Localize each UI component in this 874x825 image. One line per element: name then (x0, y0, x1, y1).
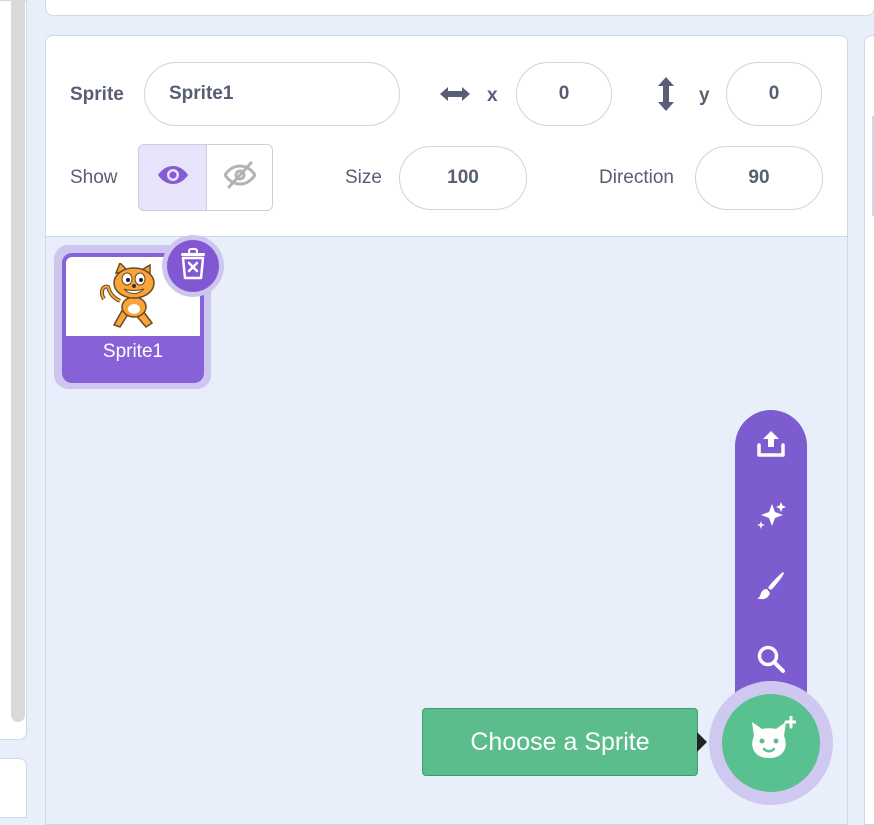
panel-edge (0, 758, 27, 818)
delete-sprite-button[interactable] (167, 240, 219, 292)
search-icon (756, 644, 786, 679)
show-hidden-button[interactable] (207, 144, 273, 211)
y-arrows-icon (654, 76, 678, 112)
eye-hidden-icon (222, 161, 257, 194)
y-input[interactable]: 0 (726, 62, 822, 126)
x-input[interactable]: 0 (516, 62, 612, 126)
choose-sprite-button[interactable] (722, 694, 820, 792)
direction-input[interactable]: 90 (695, 146, 823, 210)
add-sprite-cat-icon (746, 715, 798, 771)
trash-icon (179, 247, 207, 285)
show-visible-button[interactable] (138, 144, 207, 211)
scrollbar[interactable] (11, 0, 25, 722)
cat-costume-icon (99, 261, 166, 336)
tooltip-arrow (697, 732, 707, 752)
show-label: Show (70, 167, 118, 188)
sprite-pane: Sprite Sprite1 x 0 y 0 Show Size 100 Dir… (45, 35, 848, 825)
surprise-icon (756, 500, 786, 535)
sprite-tile-name: Sprite1 (102, 341, 164, 362)
size-label: Size (345, 167, 382, 188)
choose-sprite-tooltip: Choose a Sprite (422, 708, 698, 776)
sprite-name-input[interactable]: Sprite1 (144, 62, 400, 126)
paint-icon (756, 570, 786, 605)
eye-icon (157, 164, 189, 191)
surprise-button[interactable] (735, 488, 807, 546)
size-input[interactable]: 100 (399, 146, 527, 210)
paint-button[interactable] (735, 558, 807, 616)
x-arrows-icon (438, 80, 472, 108)
upload-sprite-button[interactable] (735, 416, 807, 474)
y-label: y (699, 85, 710, 106)
direction-label: Direction (599, 167, 674, 188)
stage-panel-edge (45, 0, 874, 16)
upload-icon (756, 428, 786, 463)
x-label: x (487, 85, 498, 106)
sprite-info-panel: Sprite Sprite1 x 0 y 0 Show Size 100 Dir… (46, 36, 847, 237)
sprite-name-label: Sprite (70, 84, 124, 105)
